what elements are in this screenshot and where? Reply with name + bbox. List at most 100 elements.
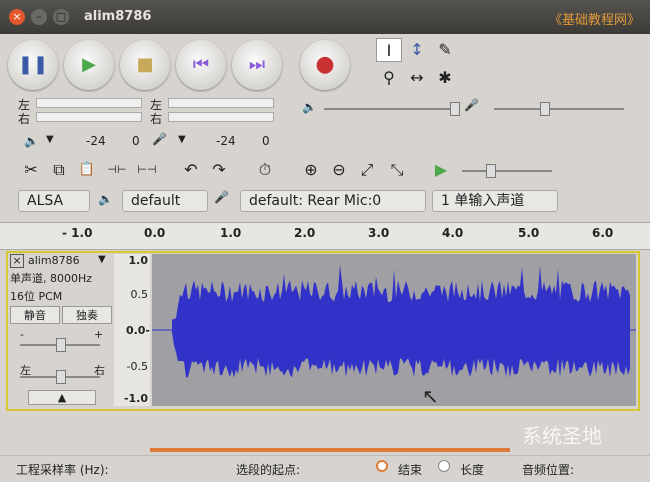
- ruler-tick: 3.0: [368, 226, 390, 240]
- watermark-logo: 系统圣地: [522, 424, 602, 448]
- zoom-in-button[interactable]: ⊕: [298, 158, 324, 182]
- pause-button[interactable]: ❚❚: [8, 40, 58, 90]
- pan-thumb[interactable]: [56, 370, 66, 384]
- meter-scale-c: -24: [216, 134, 236, 148]
- chevron-down-icon[interactable]: ▼: [178, 134, 186, 145]
- redo-button[interactable]: ↷: [206, 158, 232, 182]
- speaker-icon: 🔈: [24, 134, 39, 148]
- ruler-tick: 5.0: [518, 226, 540, 240]
- meter-scale-b: 0: [132, 134, 140, 148]
- gain-minus: -: [20, 328, 24, 341]
- selection-toolbar: 工程采样率 (Hz): 选段的起点: 结束 长度 音频位置:: [0, 455, 650, 482]
- track-control-panel: × alim8786 ▼ 单声道, 8000Hz 16位 PCM 静音 独奏 -…: [10, 254, 112, 406]
- record-meter-left: [168, 98, 274, 108]
- collapse-track-button[interactable]: ▲: [28, 390, 96, 405]
- watermark: 《基础教程网》: [548, 13, 640, 28]
- ruler-tick: 6.0: [592, 226, 614, 240]
- chevron-down-icon[interactable]: ▼: [98, 254, 106, 265]
- close-track-button[interactable]: ×: [10, 254, 24, 268]
- title-bar: × – □ alim8786 《基础教程网》: [0, 0, 650, 34]
- playback-meter-right: [36, 112, 142, 122]
- gain-plus: +: [94, 328, 104, 341]
- ruler-tick: 1.0: [220, 226, 242, 240]
- playhead-marker[interactable]: [150, 222, 156, 238]
- meter-toolbar: 左 右 左 右 🔈 ▼ -24 0 🎤 ▼ -24 0: [16, 96, 281, 154]
- vruler-tick: -1.0: [123, 392, 148, 405]
- rec-meter-right-label: 右: [150, 112, 163, 126]
- close-window-button[interactable]: ×: [9, 9, 25, 25]
- ruler-tick: 4.0: [442, 226, 464, 240]
- selection-tool[interactable]: I: [376, 38, 402, 62]
- input-channels-select[interactable]: 1 单输入声道: [432, 190, 558, 212]
- copy-button[interactable]: ⧉: [46, 158, 72, 182]
- speaker-icon: 🔈: [98, 192, 113, 206]
- ruler-tick: - 1.0: [62, 226, 93, 240]
- zoom-out-button[interactable]: ⊖: [326, 158, 352, 182]
- mixer-toolbar: 🔈 🎤: [300, 98, 640, 122]
- output-volume-thumb[interactable]: [450, 102, 460, 116]
- solo-button[interactable]: 独奏: [62, 306, 112, 324]
- microphone-icon: 🎤: [464, 98, 479, 112]
- record-meter-right: [168, 112, 274, 122]
- cut-button[interactable]: ✂: [18, 158, 44, 182]
- skip-to-end-button[interactable]: ⏭: [232, 40, 282, 90]
- meter-scale-a: -24: [86, 134, 106, 148]
- trim-button[interactable]: ⊣⊢: [104, 158, 130, 182]
- mute-button[interactable]: 静音: [10, 306, 60, 324]
- output-volume-slider[interactable]: [324, 108, 454, 110]
- minimize-window-button[interactable]: –: [31, 9, 47, 25]
- project-rate-label: 工程采样率 (Hz):: [16, 463, 109, 477]
- timeline-ruler[interactable]: - 1.0 0.0 1.0 2.0 3.0 4.0 5.0 6.0: [0, 222, 650, 250]
- length-radio[interactable]: [438, 460, 450, 472]
- play-button[interactable]: ▶: [64, 40, 114, 90]
- play-speed-thumb[interactable]: [486, 164, 496, 178]
- speaker-icon: 🔈: [302, 100, 317, 114]
- paste-button[interactable]: 📋: [74, 158, 100, 182]
- silence-button[interactable]: ⊢⊣: [134, 158, 160, 182]
- window-title: alim8786: [84, 9, 152, 24]
- end-radio[interactable]: [376, 460, 388, 472]
- ruler-tick: 2.0: [294, 226, 316, 240]
- fit-project-button[interactable]: ⤡: [384, 158, 410, 182]
- meter-right-label: 右: [18, 112, 31, 126]
- vruler-tick: 0.0-: [125, 324, 150, 337]
- undo-button[interactable]: ↶: [178, 158, 204, 182]
- microphone-icon: 🎤: [152, 132, 167, 146]
- length-label: 长度: [460, 463, 485, 477]
- end-label: 结束: [398, 463, 423, 477]
- input-volume-slider[interactable]: [494, 108, 624, 110]
- waveform[interactable]: [152, 254, 636, 406]
- input-volume-thumb[interactable]: [540, 102, 550, 116]
- play-at-speed-button[interactable]: ▶: [428, 158, 454, 182]
- audio-host-select[interactable]: ALSA: [18, 190, 90, 212]
- input-device-select[interactable]: default: Rear Mic:0: [240, 190, 426, 212]
- time-shift-tool[interactable]: ↔: [404, 66, 430, 90]
- sync-lock-button[interactable]: ⏱: [252, 158, 278, 182]
- envelope-tool[interactable]: ↕: [404, 38, 430, 62]
- skip-to-start-button[interactable]: ⏮: [176, 40, 226, 90]
- gain-thumb[interactable]: [56, 338, 66, 352]
- record-button[interactable]: ●: [300, 40, 350, 90]
- chevron-down-icon[interactable]: ▼: [46, 134, 54, 145]
- play-speed-slider[interactable]: [462, 170, 552, 172]
- maximize-window-button[interactable]: □: [53, 9, 69, 25]
- fit-selection-button[interactable]: ⤢: [354, 158, 380, 182]
- track-info-bits: 16位 PCM: [10, 290, 63, 303]
- selection-start-label: 选段的起点:: [236, 463, 301, 477]
- zoom-tool[interactable]: ⚲: [376, 66, 402, 90]
- vruler-tick: 0.5: [130, 288, 149, 301]
- meter-scale-d: 0: [262, 134, 270, 148]
- stop-button[interactable]: ■: [120, 40, 170, 90]
- mouse-cursor-icon: ↖: [422, 384, 439, 408]
- vruler-tick: -0.5: [126, 360, 148, 373]
- output-device-select[interactable]: default: [122, 190, 208, 212]
- scrollbar-indicator[interactable]: [150, 448, 510, 452]
- audio-position-label: 音频位置:: [522, 463, 575, 477]
- edit-toolbar: ✂ ⧉ 📋 ⊣⊢ ⊢⊣ ↶ ↷ ⏱ ⊕ ⊖ ⤢ ⤡ ▶: [16, 158, 576, 184]
- multi-tool[interactable]: ✱: [432, 66, 458, 90]
- track-info-format: 单声道, 8000Hz: [10, 272, 93, 285]
- track-name[interactable]: alim8786: [28, 254, 80, 267]
- vertical-ruler: 1.0 0.5 0.0- -0.5 -1.0: [114, 254, 150, 406]
- draw-tool[interactable]: ✎: [432, 38, 458, 62]
- playback-meter-left: [36, 98, 142, 108]
